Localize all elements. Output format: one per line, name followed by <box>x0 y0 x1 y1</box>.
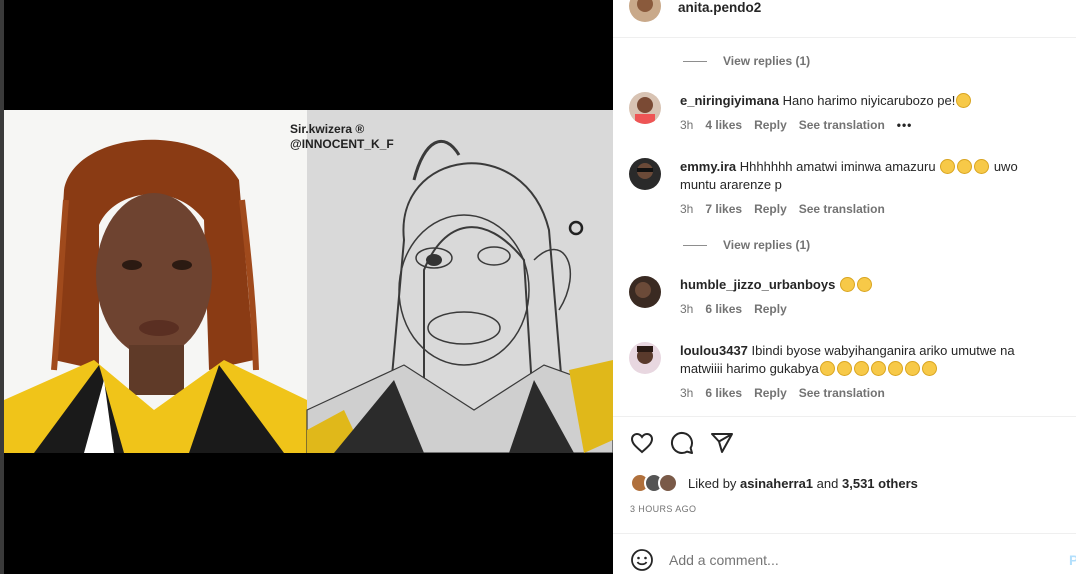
replies-line <box>683 244 707 246</box>
liked-by-others[interactable]: 3,531 others <box>842 476 918 491</box>
more-options-icon[interactable]: ••• <box>897 118 913 132</box>
laughing-face-icon <box>853 361 869 376</box>
author-avatar[interactable] <box>629 0 661 22</box>
liker-avatar[interactable] <box>658 473 678 493</box>
comment-icon[interactable] <box>670 431 694 455</box>
reply-button[interactable]: Reply <box>754 118 787 132</box>
comment-likes[interactable]: 4 likes <box>705 118 742 132</box>
surprised-face-icon <box>940 159 956 174</box>
commenter-avatar[interactable] <box>629 276 661 308</box>
comment-body: e_niringiyimana Hano harimo niyicarubozo… <box>680 92 1065 132</box>
post-image <box>4 110 613 453</box>
commenter-avatar[interactable] <box>629 342 661 374</box>
comment-message: Hano harimo niyicarubozo pe! <box>782 93 956 108</box>
laughing-face-icon <box>819 361 835 376</box>
post-comment-button[interactable]: P <box>1069 552 1076 568</box>
comment-meta: 3h 6 likes Reply See translation <box>680 386 1065 400</box>
laughing-face-icon <box>957 159 973 174</box>
comment-meta: 3h 6 likes Reply <box>680 302 1065 316</box>
comment-text: humble_jizzo_urbanboys <box>680 276 1065 294</box>
laughing-face-icon <box>904 361 920 376</box>
comment-time[interactable]: 3h <box>680 202 693 216</box>
comment-message-line-1: Ibindi byose wabyihanganira ariko umutwe… <box>751 343 1015 358</box>
view-replies-label: View replies (1) <box>723 54 811 68</box>
comment-likes[interactable]: 7 likes <box>705 202 742 216</box>
see-translation-button[interactable]: See translation <box>799 386 885 400</box>
reply-button[interactable]: Reply <box>754 302 787 316</box>
liked-by-and: and <box>816 476 839 491</box>
laughing-face-icon <box>921 361 937 376</box>
laughing-face-icon <box>836 361 852 376</box>
laughing-face-icon <box>870 361 886 376</box>
comment-time[interactable]: 3h <box>680 302 693 316</box>
liked-by-text: Liked by asinaherra1 and 3,531 others <box>688 475 918 493</box>
laughing-face-icon <box>974 159 990 174</box>
actions-divider <box>613 416 1076 417</box>
comment-message-line-1: Hhhhhhh amatwi iminwa amazuru <box>739 159 936 174</box>
comment-message-tail: uwo <box>993 159 1018 174</box>
comment-username[interactable]: e_niringiyimana <box>680 93 779 108</box>
heart-icon[interactable] <box>630 431 654 455</box>
post-timestamp[interactable]: 3 HOURS AGO <box>630 504 696 514</box>
comment-time[interactable]: 3h <box>680 386 693 400</box>
author-username[interactable]: anita.pendo2 <box>678 0 761 15</box>
post-header: anita.pendo2 <box>629 0 1069 26</box>
commenter-avatar[interactable] <box>629 158 661 190</box>
see-translation-button[interactable]: See translation <box>799 202 885 216</box>
comment-time[interactable]: 3h <box>680 118 693 132</box>
view-replies-button[interactable]: View replies (1) <box>683 54 810 68</box>
liked-by-user[interactable]: asinaherra1 <box>740 476 813 491</box>
watermark: Sir.kwizera ® @INNOCENT_K_F <box>290 122 394 152</box>
liked-by-prefix: Liked by <box>688 476 737 491</box>
comment-text: loulou3437 Ibindi byose wabyihanganira a… <box>680 342 1065 378</box>
laughing-face-icon <box>887 361 903 376</box>
reply-button[interactable]: Reply <box>754 202 787 216</box>
comment-item: loulou3437 Ibindi byose wabyihanganira a… <box>629 342 1059 406</box>
see-translation-button[interactable]: See translation <box>799 118 885 132</box>
liked-by: Liked by asinaherra1 and 3,531 others <box>630 472 1070 494</box>
commenter-avatar[interactable] <box>629 92 661 124</box>
reply-button[interactable]: Reply <box>754 386 787 400</box>
comment-username[interactable]: loulou3437 <box>680 343 748 358</box>
comment-text: e_niringiyimana Hano harimo niyicarubozo… <box>680 92 1065 110</box>
comment-box-divider <box>613 533 1076 534</box>
post-media[interactable]: Sir.kwizera ® @INNOCENT_K_F <box>4 0 613 574</box>
comment-username[interactable]: humble_jizzo_urbanboys <box>680 277 835 292</box>
comment-item: emmy.ira Hhhhhhh amatwi iminwa amazuru u… <box>629 158 1059 218</box>
sad-face-icon <box>956 93 972 108</box>
comment-message-line-2: matwiiii harimo gukabya <box>680 361 819 376</box>
comment-likes[interactable]: 6 likes <box>705 386 742 400</box>
view-replies-button[interactable]: View replies (1) <box>683 238 810 252</box>
header-divider <box>613 37 1076 38</box>
comment-item: humble_jizzo_urbanboys 3h 6 likes Reply <box>629 276 1059 322</box>
comment-likes[interactable]: 6 likes <box>705 302 742 316</box>
comment-username[interactable]: emmy.ira <box>680 159 736 174</box>
replies-line <box>683 60 707 62</box>
comment-body: emmy.ira Hhhhhhh amatwi iminwa amazuru u… <box>680 158 1065 216</box>
laughing-face-icon <box>839 277 855 292</box>
emoji-icon[interactable] <box>630 548 654 572</box>
comment-text: emmy.ira Hhhhhhh amatwi iminwa amazuru u… <box>680 158 1065 194</box>
share-icon[interactable] <box>710 431 734 455</box>
add-comment-input[interactable] <box>669 550 1029 570</box>
instagram-post-view: Sir.kwizera ® @INNOCENT_K_F anita.pendo2… <box>0 0 1076 574</box>
watermark-line-1: Sir.kwizera ® <box>290 122 365 136</box>
comment-meta: 3h 4 likes Reply See translation ••• <box>680 118 1065 132</box>
comment-item: e_niringiyimana Hano harimo niyicarubozo… <box>629 92 1059 142</box>
watermark-line-2: @INNOCENT_K_F <box>290 137 394 151</box>
view-replies-label: View replies (1) <box>723 238 811 252</box>
sad-face-icon <box>856 277 872 292</box>
comment-message-line-2: muntu ararenze p <box>680 177 782 192</box>
comment-body: humble_jizzo_urbanboys 3h 6 likes Reply <box>680 276 1065 316</box>
comment-body: loulou3437 Ibindi byose wabyihanganira a… <box>680 342 1065 400</box>
comments-panel: anita.pendo2 View replies (1) e_niringiy… <box>613 0 1076 574</box>
comment-meta: 3h 7 likes Reply See translation <box>680 202 1065 216</box>
